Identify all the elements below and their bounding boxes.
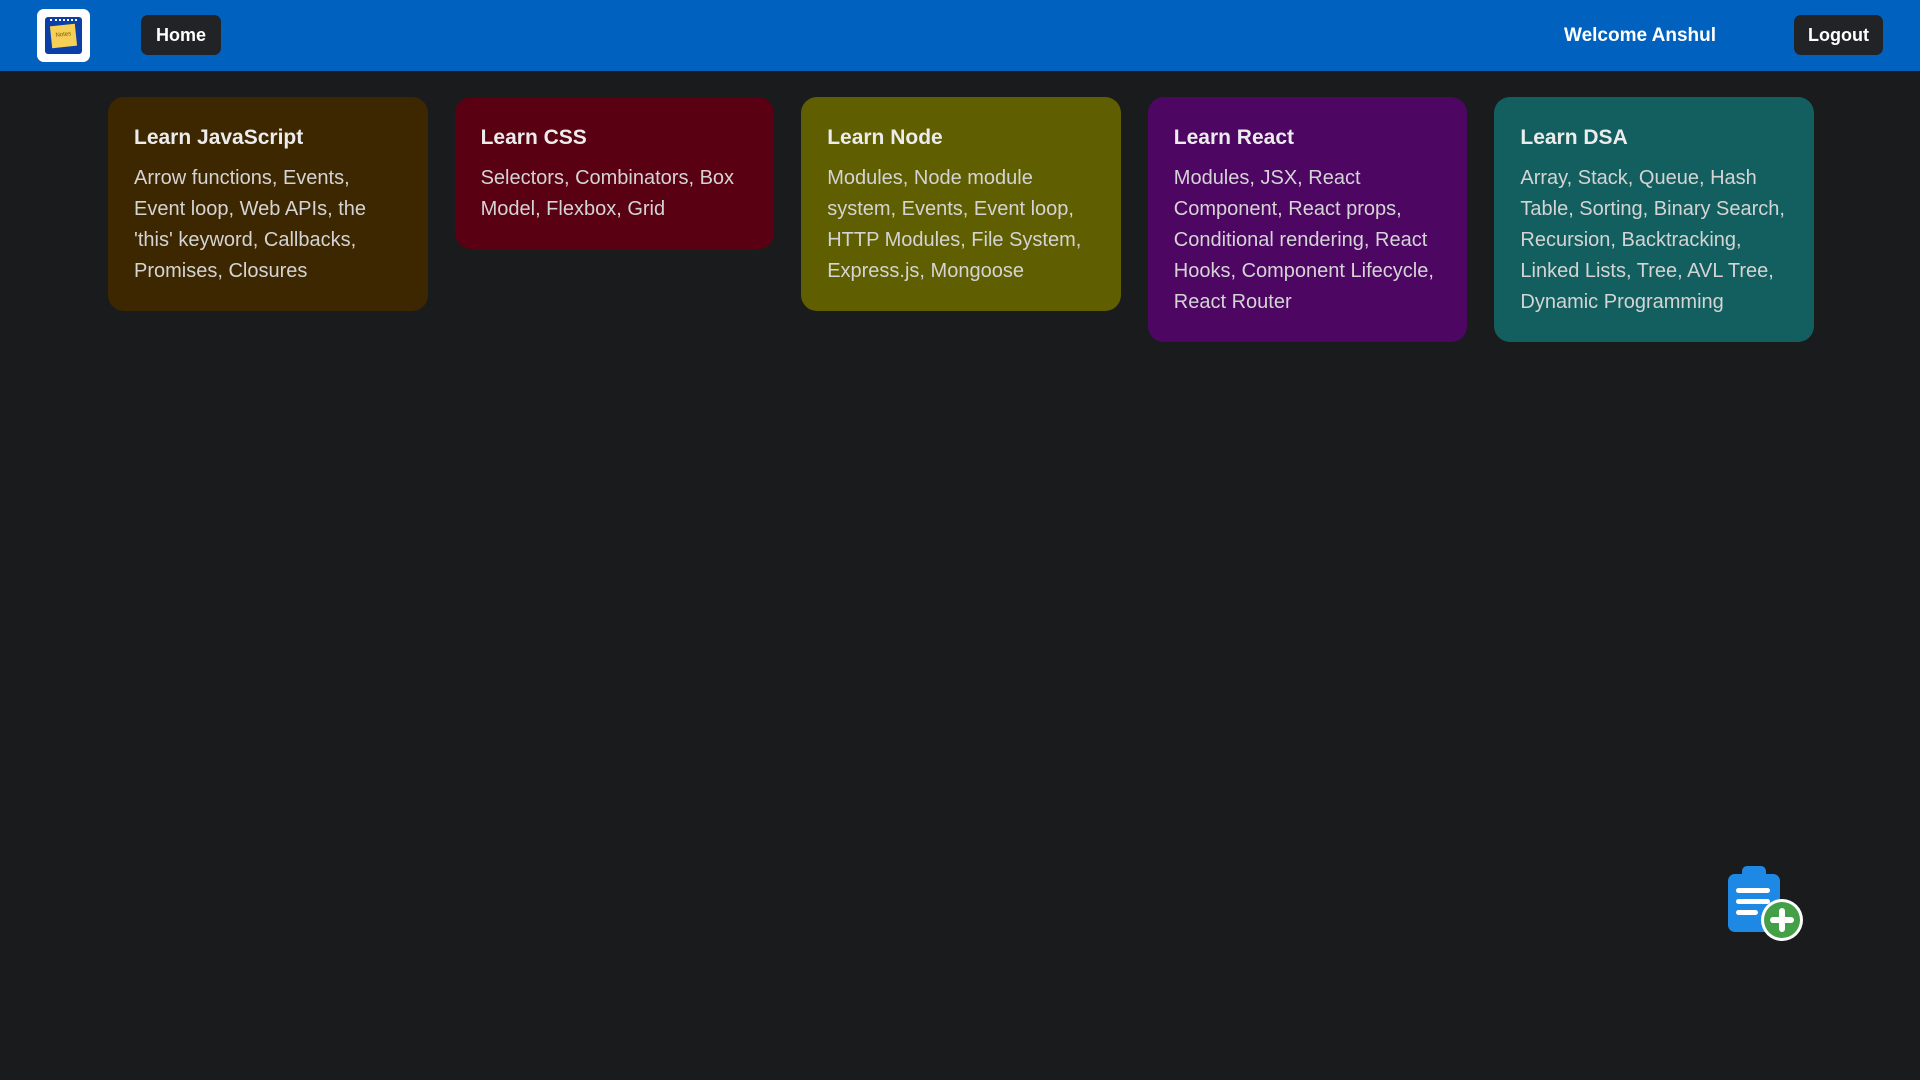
note-title: Learn CSS xyxy=(480,126,587,149)
note-card-css[interactable]: Learn CSS Selectors, Combinators, Box Mo… xyxy=(454,97,775,249)
note-card-dsa[interactable]: Learn DSA Array, Stack, Queue, Hash Tabl… xyxy=(1494,97,1814,342)
note-body: Modules, JSX, React Component, React pro… xyxy=(1173,167,1434,313)
note-card-javascript[interactable]: Learn JavaScript Arrow functions, Events… xyxy=(108,97,428,311)
note-title: Learn JavaScript xyxy=(134,126,304,149)
app-logo[interactable]: Notes xyxy=(37,9,90,62)
note-body: Modules, Node module system, Events, Eve… xyxy=(827,167,1082,282)
add-note-icon xyxy=(1728,866,1803,941)
note-card-node[interactable]: Learn Node Modules, Node module system, … xyxy=(801,97,1121,311)
logo-text: Notes xyxy=(49,23,78,49)
note-card-react[interactable]: Learn React Modules, JSX, React Componen… xyxy=(1147,97,1468,342)
note-body: Selectors, Combinators, Box Model, Flexb… xyxy=(480,167,735,220)
logout-button[interactable]: Logout xyxy=(1794,15,1883,55)
note-body: Arrow functions, Events, Event loop, Web… xyxy=(134,167,366,282)
notes-grid: Learn JavaScript Arrow functions, Events… xyxy=(108,97,1814,342)
welcome-text: Welcome Anshul xyxy=(1563,25,1717,46)
note-title: Learn React xyxy=(1173,126,1294,149)
home-button[interactable]: Home xyxy=(141,15,221,55)
notepad-logo-icon: Notes xyxy=(45,17,82,54)
add-note-button[interactable] xyxy=(1722,862,1808,948)
note-title: Learn Node xyxy=(827,126,943,149)
note-body: Array, Stack, Queue, Hash Table, Sorting… xyxy=(1520,167,1785,313)
navbar: Notes Home Welcome Anshul Logout xyxy=(0,0,1920,71)
note-title: Learn DSA xyxy=(1520,126,1628,149)
